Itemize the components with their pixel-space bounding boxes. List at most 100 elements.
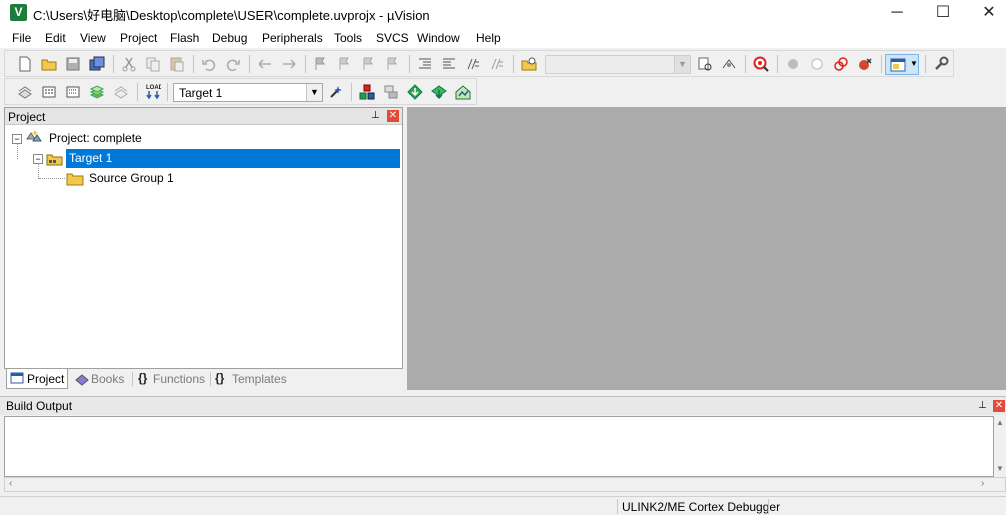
debug-session-icon[interactable] bbox=[753, 56, 769, 72]
target-folder-icon bbox=[46, 154, 63, 166]
build-output-vertical-scrollbar[interactable]: ▲ ▼ bbox=[994, 416, 1006, 477]
incremental-find-icon[interactable] bbox=[721, 56, 737, 72]
menu-file[interactable]: File bbox=[12, 31, 31, 45]
menu-help[interactable]: Help bbox=[476, 31, 501, 45]
menu-window[interactable]: Window bbox=[417, 31, 460, 45]
collapse-project-icon[interactable]: − bbox=[12, 134, 22, 144]
enable-breakpoint-icon[interactable] bbox=[809, 56, 825, 72]
project-panel: Project ⊥ ✕ − Project: complete − Target… bbox=[4, 107, 403, 390]
project-panel-header: Project ⊥ ✕ bbox=[5, 108, 402, 125]
load-download-icon[interactable]: LOAD bbox=[145, 83, 161, 101]
scroll-down-icon[interactable]: ▼ bbox=[996, 464, 1004, 473]
open-folder-icon[interactable] bbox=[41, 56, 57, 72]
pin-icon[interactable]: ⊥ bbox=[371, 111, 381, 121]
title-bar: V C:\Users\好电脑\Desktop\complete\USER\com… bbox=[0, 0, 1006, 27]
tab-project[interactable]: Project bbox=[6, 369, 68, 389]
menu-edit[interactable]: Edit bbox=[45, 31, 66, 45]
window-layout-button[interactable]: ▼ bbox=[885, 54, 919, 75]
tree-project-label[interactable]: Project: complete bbox=[49, 131, 142, 145]
nav-back-icon[interactable] bbox=[257, 56, 273, 72]
maximize-button[interactable]: ☐ bbox=[920, 0, 966, 26]
file-extensions-icon[interactable] bbox=[383, 84, 399, 100]
rebuild-icon[interactable] bbox=[65, 84, 81, 100]
build-output-title: Build Output bbox=[6, 399, 73, 413]
build-icon[interactable] bbox=[41, 84, 57, 100]
indent-icon[interactable] bbox=[417, 56, 433, 72]
target-select[interactable]: Target 1 ▼ bbox=[173, 83, 323, 102]
project-panel-close-icon[interactable]: ✕ bbox=[387, 110, 399, 122]
build-output-text[interactable] bbox=[4, 416, 994, 477]
menu-view[interactable]: View bbox=[80, 31, 106, 45]
tree-target-label: Target 1 bbox=[69, 151, 113, 165]
window-title: C:\Users\好电脑\Desktop\complete\USER\compl… bbox=[33, 8, 430, 23]
build-output-close-icon[interactable]: ✕ bbox=[993, 400, 1005, 412]
tree-line bbox=[17, 143, 18, 159]
build-output-horizontal-scrollbar[interactable]: ‹ › bbox=[4, 477, 1006, 492]
next-bookmark-icon[interactable] bbox=[361, 56, 377, 72]
comment-icon[interactable] bbox=[465, 56, 481, 72]
insert-breakpoint-icon[interactable] bbox=[785, 56, 801, 72]
editor-area[interactable] bbox=[407, 107, 1006, 390]
copy-icon[interactable] bbox=[145, 56, 161, 72]
batch-build-icon[interactable] bbox=[89, 84, 105, 100]
close-button[interactable]: ✕ bbox=[966, 0, 1006, 26]
uncomment-icon[interactable] bbox=[489, 56, 505, 72]
disable-breakpoints-icon[interactable] bbox=[833, 56, 849, 72]
pack-installer-icon[interactable] bbox=[431, 84, 447, 100]
menu-debug[interactable]: Debug bbox=[212, 31, 247, 45]
prev-bookmark-icon[interactable] bbox=[337, 56, 353, 72]
manage-components-icon[interactable] bbox=[359, 84, 375, 100]
tree-group-label[interactable]: Source Group 1 bbox=[89, 171, 174, 185]
group-folder-icon bbox=[66, 173, 84, 186]
tab-project-label: Project bbox=[27, 372, 65, 386]
new-file-icon[interactable] bbox=[17, 56, 33, 72]
project-panel-title: Project bbox=[8, 110, 46, 124]
tab-books[interactable]: Books bbox=[72, 371, 130, 389]
chevron-down-icon: ▼ bbox=[910, 59, 918, 68]
scroll-up-icon[interactable]: ▲ bbox=[996, 418, 1004, 427]
run-time-environment-icon[interactable] bbox=[455, 84, 471, 100]
undo-icon[interactable] bbox=[201, 56, 217, 72]
tab-templates[interactable]: {} Templates bbox=[213, 371, 293, 389]
target-select-dropdown-icon[interactable]: ▼ bbox=[306, 84, 322, 101]
tab-functions[interactable]: {} Functions bbox=[136, 371, 210, 389]
scroll-left-icon[interactable]: ‹ bbox=[9, 478, 12, 489]
nav-forward-icon[interactable] bbox=[281, 56, 297, 72]
project-icon bbox=[26, 130, 42, 142]
unindent-icon[interactable] bbox=[441, 56, 457, 72]
menu-project[interactable]: Project bbox=[120, 31, 157, 45]
find-icon[interactable] bbox=[697, 56, 713, 72]
menu-bar: File Edit View Project Flash Debug Perip… bbox=[0, 27, 1006, 48]
stop-build-icon[interactable] bbox=[113, 84, 129, 100]
cut-icon[interactable] bbox=[121, 56, 137, 72]
configure-wrench-icon[interactable] bbox=[933, 56, 949, 72]
kill-breakpoints-icon[interactable] bbox=[857, 56, 873, 72]
build-output-pin-icon[interactable]: ⊥ bbox=[978, 401, 988, 411]
collapse-target-icon[interactable]: − bbox=[33, 154, 43, 164]
menu-peripherals[interactable]: Peripherals bbox=[262, 31, 323, 45]
books-icon bbox=[75, 374, 89, 386]
bookmark-icon[interactable] bbox=[313, 56, 329, 72]
status-divider bbox=[768, 499, 769, 514]
project-tab-icon bbox=[10, 372, 24, 384]
paste-icon[interactable] bbox=[169, 56, 185, 72]
redo-icon[interactable] bbox=[225, 56, 241, 72]
find-in-files-icon[interactable] bbox=[521, 56, 537, 72]
menu-flash[interactable]: Flash bbox=[170, 31, 199, 45]
target-select-value: Target 1 bbox=[179, 86, 223, 100]
minimize-button[interactable]: ─ bbox=[874, 0, 920, 26]
tab-functions-label: Functions bbox=[153, 372, 206, 386]
find-combo-dropdown-icon[interactable]: ▼ bbox=[674, 56, 690, 73]
select-software-packs-icon[interactable] bbox=[407, 84, 423, 100]
scroll-right-icon[interactable]: › bbox=[981, 478, 984, 489]
menu-tools[interactable]: Tools bbox=[334, 31, 362, 45]
tree-target-row[interactable]: Target 1 bbox=[66, 149, 400, 168]
menu-svcs[interactable]: SVCS bbox=[376, 31, 409, 45]
clear-bookmarks-icon[interactable] bbox=[385, 56, 401, 72]
target-options-icon[interactable] bbox=[328, 84, 344, 100]
tree-line bbox=[38, 163, 39, 179]
translate-icon[interactable] bbox=[17, 84, 33, 100]
save-icon[interactable] bbox=[65, 56, 81, 72]
save-all-icon[interactable] bbox=[89, 56, 105, 72]
find-combo[interactable]: ▼ bbox=[545, 55, 691, 74]
